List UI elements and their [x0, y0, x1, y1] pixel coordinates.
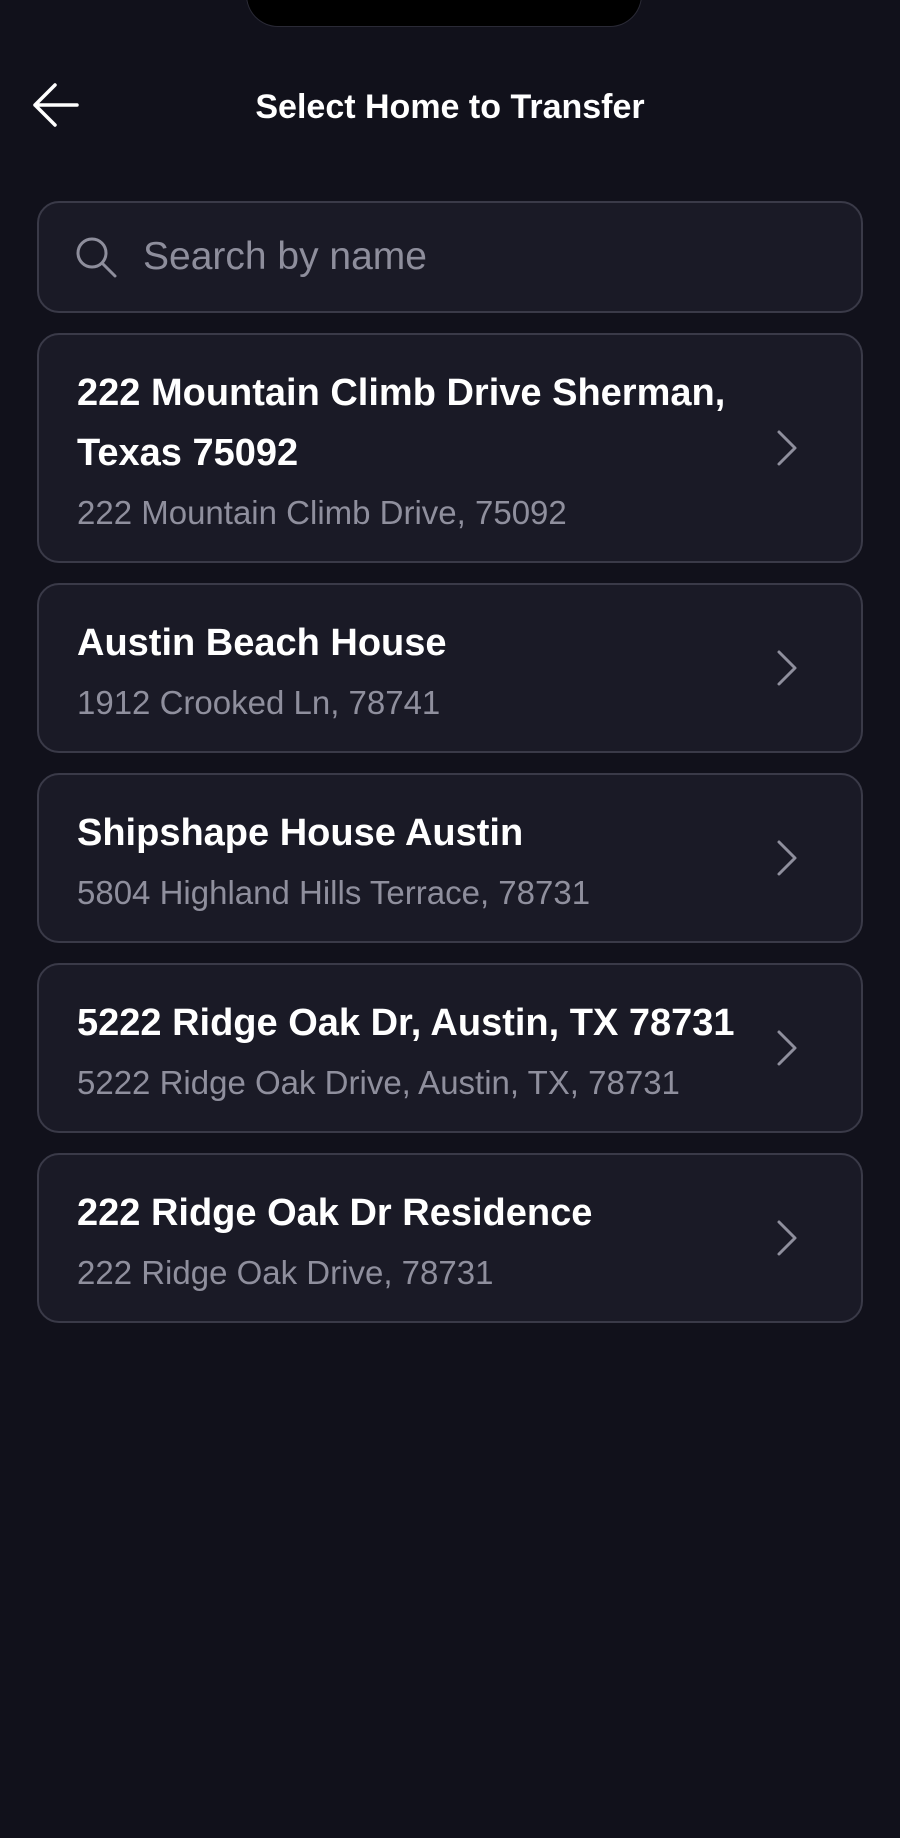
home-address: 5222 Ridge Oak Drive, Austin, TX, 78731	[77, 1064, 680, 1101]
home-address: 1912 Crooked Ln, 78741	[77, 684, 441, 721]
chevron-right-icon	[775, 428, 801, 468]
chevron-right-icon	[775, 838, 801, 878]
arrow-left-icon	[29, 81, 81, 134]
page-title: Select Home to Transfer	[255, 88, 645, 126]
home-name: Shipshape House Austin	[77, 812, 524, 854]
home-address: 222 Ridge Oak Drive, 78731	[77, 1254, 494, 1291]
chevron-right-icon	[775, 648, 801, 688]
home-name: Austin Beach House	[77, 622, 447, 664]
search-icon	[73, 234, 119, 280]
home-list: 222 Mountain Climb Drive Sherman, Texas …	[37, 333, 863, 1343]
home-name: 222 Mountain Climb Drive Sherman, Texas …	[77, 372, 726, 474]
home-name: 5222 Ridge Oak Dr, Austin, TX 78731	[77, 1002, 735, 1044]
home-list-item[interactable]: 5222 Ridge Oak Dr, Austin, TX 78731 5222…	[37, 963, 863, 1133]
search-bar[interactable]	[37, 201, 863, 313]
home-list-item[interactable]: Shipshape House Austin 5804 Highland Hil…	[37, 773, 863, 943]
chevron-right-icon	[775, 1028, 801, 1068]
search-input[interactable]	[141, 234, 837, 280]
top-bar: Select Home to Transfer	[0, 62, 900, 152]
home-address: 222 Mountain Climb Drive, 75092	[77, 494, 567, 531]
chevron-right-icon	[775, 1218, 801, 1258]
back-button[interactable]	[26, 82, 84, 132]
home-name: 222 Ridge Oak Dr Residence	[77, 1192, 593, 1234]
home-list-item[interactable]: 222 Mountain Climb Drive Sherman, Texas …	[37, 333, 863, 563]
device-notch	[246, 0, 642, 27]
home-list-item[interactable]: Austin Beach House 1912 Crooked Ln, 7874…	[37, 583, 863, 753]
home-list-item[interactable]: 222 Ridge Oak Dr Residence 222 Ridge Oak…	[37, 1153, 863, 1323]
home-address: 5804 Highland Hills Terrace, 78731	[77, 874, 591, 911]
